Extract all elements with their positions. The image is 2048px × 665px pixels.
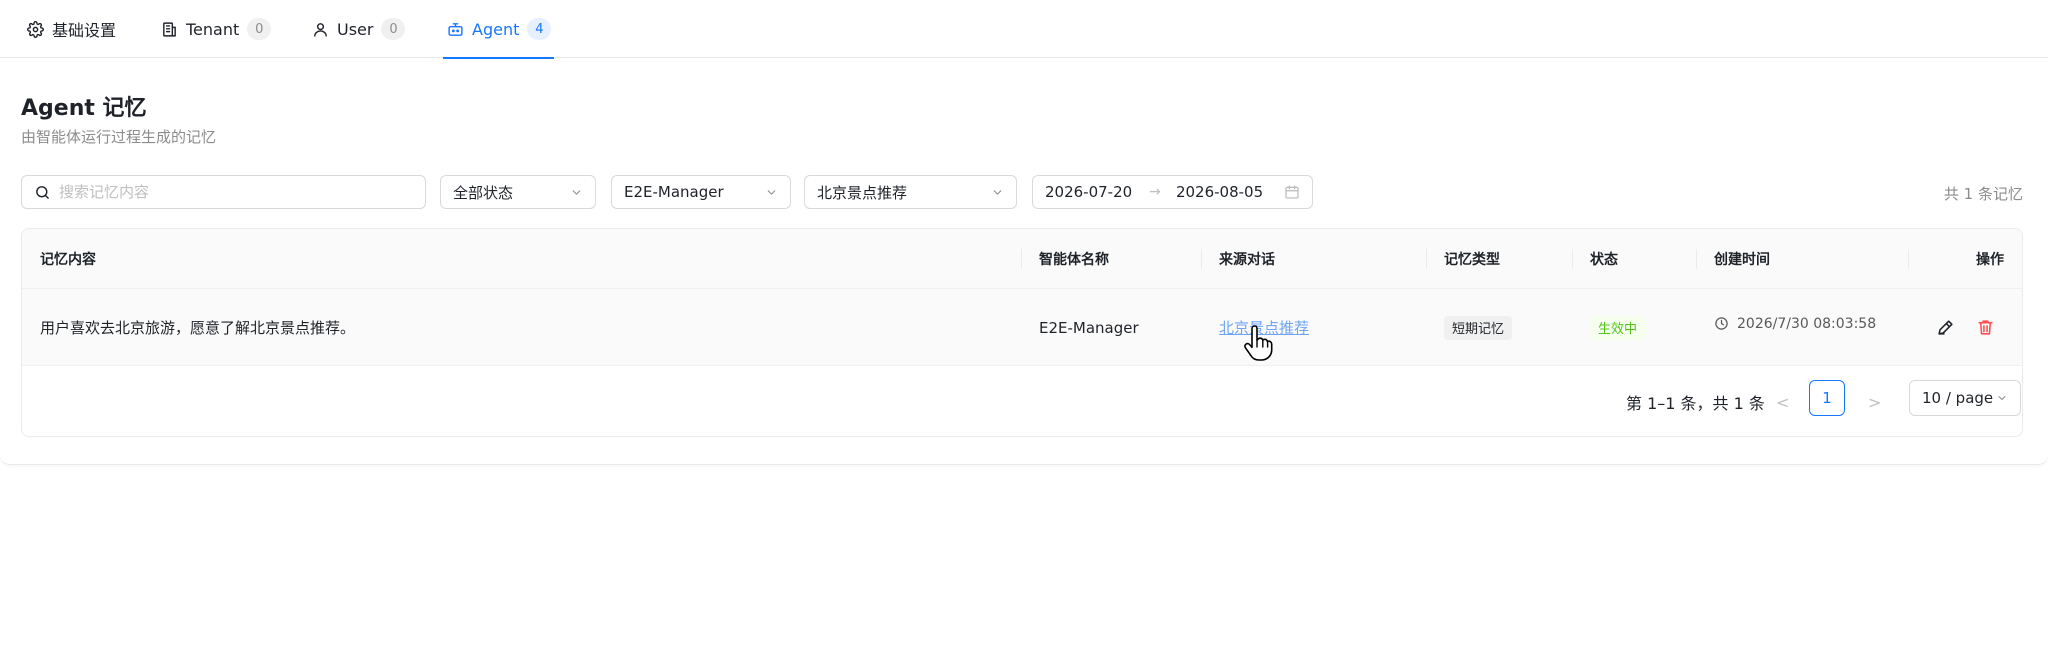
tab-label: Agent (472, 19, 520, 39)
robot-icon (447, 21, 464, 38)
agent-name: E2E-Manager (1039, 318, 1139, 337)
chevron-down-icon (1996, 392, 2008, 404)
tab-label: User (337, 19, 374, 39)
column-header-type: 记忆类型 (1426, 229, 1572, 289)
conversation-select-value: 北京景点推荐 (817, 183, 908, 202)
tab-user[interactable]: User 0 (312, 0, 406, 58)
column-header-actions: 操作 (1908, 229, 2022, 289)
prev-page-button[interactable]: < (1776, 393, 1789, 412)
search-input[interactable] (59, 183, 425, 201)
page-1-button[interactable]: 1 (1809, 380, 1845, 416)
date-range-arrow: → (1149, 184, 1161, 200)
delete-button[interactable] (1976, 318, 1995, 337)
gear-icon (27, 20, 44, 38)
edit-icon (1936, 318, 1955, 337)
chevron-down-icon (765, 186, 778, 199)
page-size-select[interactable]: 10 / page (1909, 380, 2021, 416)
tab-label: 基础设置 (52, 21, 117, 40)
building-icon (161, 21, 178, 38)
table-header: 记忆内容 智能体名称 来源对话 记忆类型 状态 创建时间 操作 (22, 229, 2022, 289)
page-subtitle: 由智能体运行过程生成的记忆 (21, 128, 217, 146)
search-icon (34, 184, 59, 201)
tab-label: Tenant (186, 19, 240, 39)
table-row: 用户喜欢去北京旅游，愿意了解北京景点推荐。 E2E-Manager 北京景点推荐… (22, 289, 2022, 366)
edit-button[interactable] (1936, 318, 1955, 337)
created-time-value: 2026/7/30 08:03:58 (1737, 315, 1877, 332)
pagination-summary: 第 1–1 条，共 1 条 (1626, 394, 1765, 413)
memory-content: 用户喜欢去北京旅游，愿意了解北京景点推荐。 (40, 319, 356, 337)
memory-card: Agent 记忆 由智能体运行过程生成的记忆 全部状态 E2E-Manager … (0, 60, 2048, 465)
next-page-button[interactable]: > (1868, 393, 1881, 412)
tab-basic-settings[interactable]: 基础设置 (27, 0, 116, 58)
page-title: Agent 记忆 (21, 96, 147, 121)
status-badge: 生效中 (1590, 315, 1646, 340)
date-range-picker[interactable]: 2026-07-20 → 2026-08-05 (1032, 175, 1313, 209)
column-header-conversation: 来源对话 (1201, 229, 1426, 289)
tab-count-badge: 0 (247, 18, 272, 40)
chevron-down-icon (570, 186, 583, 199)
tab-count-badge: 4 (527, 18, 552, 40)
page-size-value: 10 / page (1922, 389, 1994, 407)
active-tab-indicator (443, 57, 554, 59)
search-box (21, 175, 426, 209)
source-conversation-link[interactable]: 北京景点推荐 (1219, 317, 1309, 338)
date-start[interactable]: 2026-07-20 (1045, 183, 1149, 201)
date-end[interactable]: 2026-08-05 (1176, 183, 1280, 201)
user-icon (312, 21, 329, 38)
memory-type-tag: 短期记忆 (1444, 315, 1513, 340)
chevron-down-icon (991, 186, 1004, 199)
total-count: 共 1 条记忆 (1943, 185, 2023, 203)
column-header-status: 状态 (1572, 229, 1696, 289)
column-header-agent: 智能体名称 (1021, 229, 1201, 289)
agent-select-value: E2E-Manager (624, 183, 724, 201)
conversation-select[interactable]: 北京景点推荐 (804, 175, 1017, 209)
tab-count-badge: 0 (381, 18, 406, 40)
status-select-value: 全部状态 (453, 183, 514, 202)
clock-icon (1714, 316, 1729, 331)
memory-table: 记忆内容 智能体名称 来源对话 记忆类型 状态 创建时间 操作 用户喜欢去北京旅… (21, 228, 2023, 437)
agent-select[interactable]: E2E-Manager (611, 175, 791, 209)
tab-tenant[interactable]: Tenant 0 (161, 0, 272, 58)
status-select[interactable]: 全部状态 (440, 175, 596, 209)
created-time: 2026/7/30 08:03:58 (1714, 316, 1876, 332)
trash-icon (1976, 318, 1995, 337)
top-tabs: 基础设置 Tenant 0 User 0 Agent 4 (0, 0, 2048, 59)
tab-agent[interactable]: Agent 4 (447, 0, 552, 58)
calendar-icon (1280, 184, 1300, 200)
column-header-content: 记忆内容 (40, 252, 96, 268)
column-header-created: 创建时间 (1696, 229, 1908, 289)
